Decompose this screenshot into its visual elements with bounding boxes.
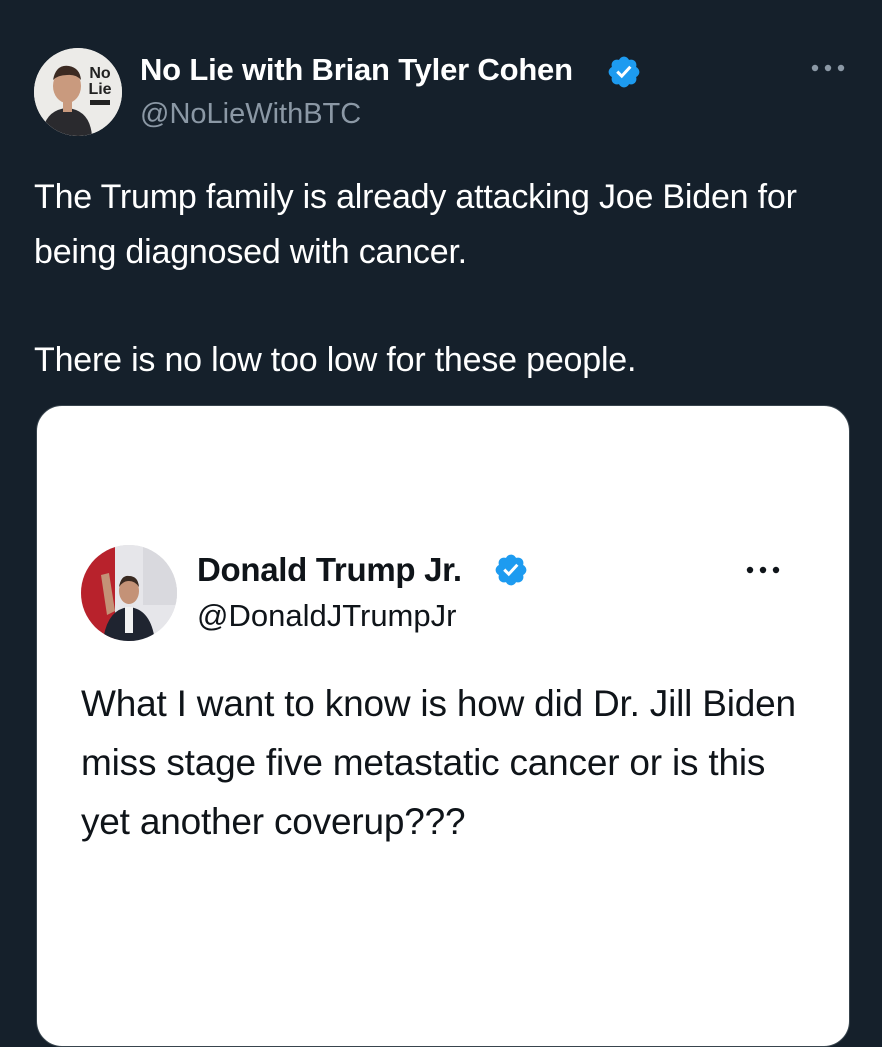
author-avatar[interactable]: No Lie [34, 48, 122, 136]
quoted-author-name[interactable]: Donald Trump Jr. [197, 551, 462, 589]
verified-badge-icon [608, 56, 640, 88]
quoted-tweet-text: What I want to know is how did Dr. Jill … [81, 683, 796, 842]
author-name[interactable]: No Lie with Brian Tyler Cohen [140, 52, 573, 88]
quoted-author-avatar[interactable] [81, 545, 177, 641]
svg-text:Lie: Lie [88, 81, 111, 98]
tweet-text-line: There is no low too low for these people… [34, 341, 637, 379]
tweet: No Lie No Lie with Brian Tyler Cohen @No… [0, 0, 882, 1047]
quoted-author-avatar-image [81, 545, 177, 641]
more-options-icon[interactable] [806, 56, 850, 80]
tweet-text: The Trump family is already attacking Jo… [34, 170, 854, 388]
quoted-tweet-card[interactable]: Donald Trump Jr. @DonaldJTrumpJr What I … [36, 405, 850, 1047]
tweet-text-line: The Trump family is already attacking Jo… [34, 178, 797, 271]
quoted-author-handle[interactable]: @DonaldJTrumpJr [197, 598, 456, 634]
author-avatar-image: No Lie [34, 48, 122, 136]
author-handle[interactable]: @NoLieWithBTC [140, 98, 361, 131]
verified-badge-icon [495, 554, 527, 586]
svg-text:No: No [89, 65, 111, 82]
more-options-icon[interactable] [741, 560, 785, 580]
